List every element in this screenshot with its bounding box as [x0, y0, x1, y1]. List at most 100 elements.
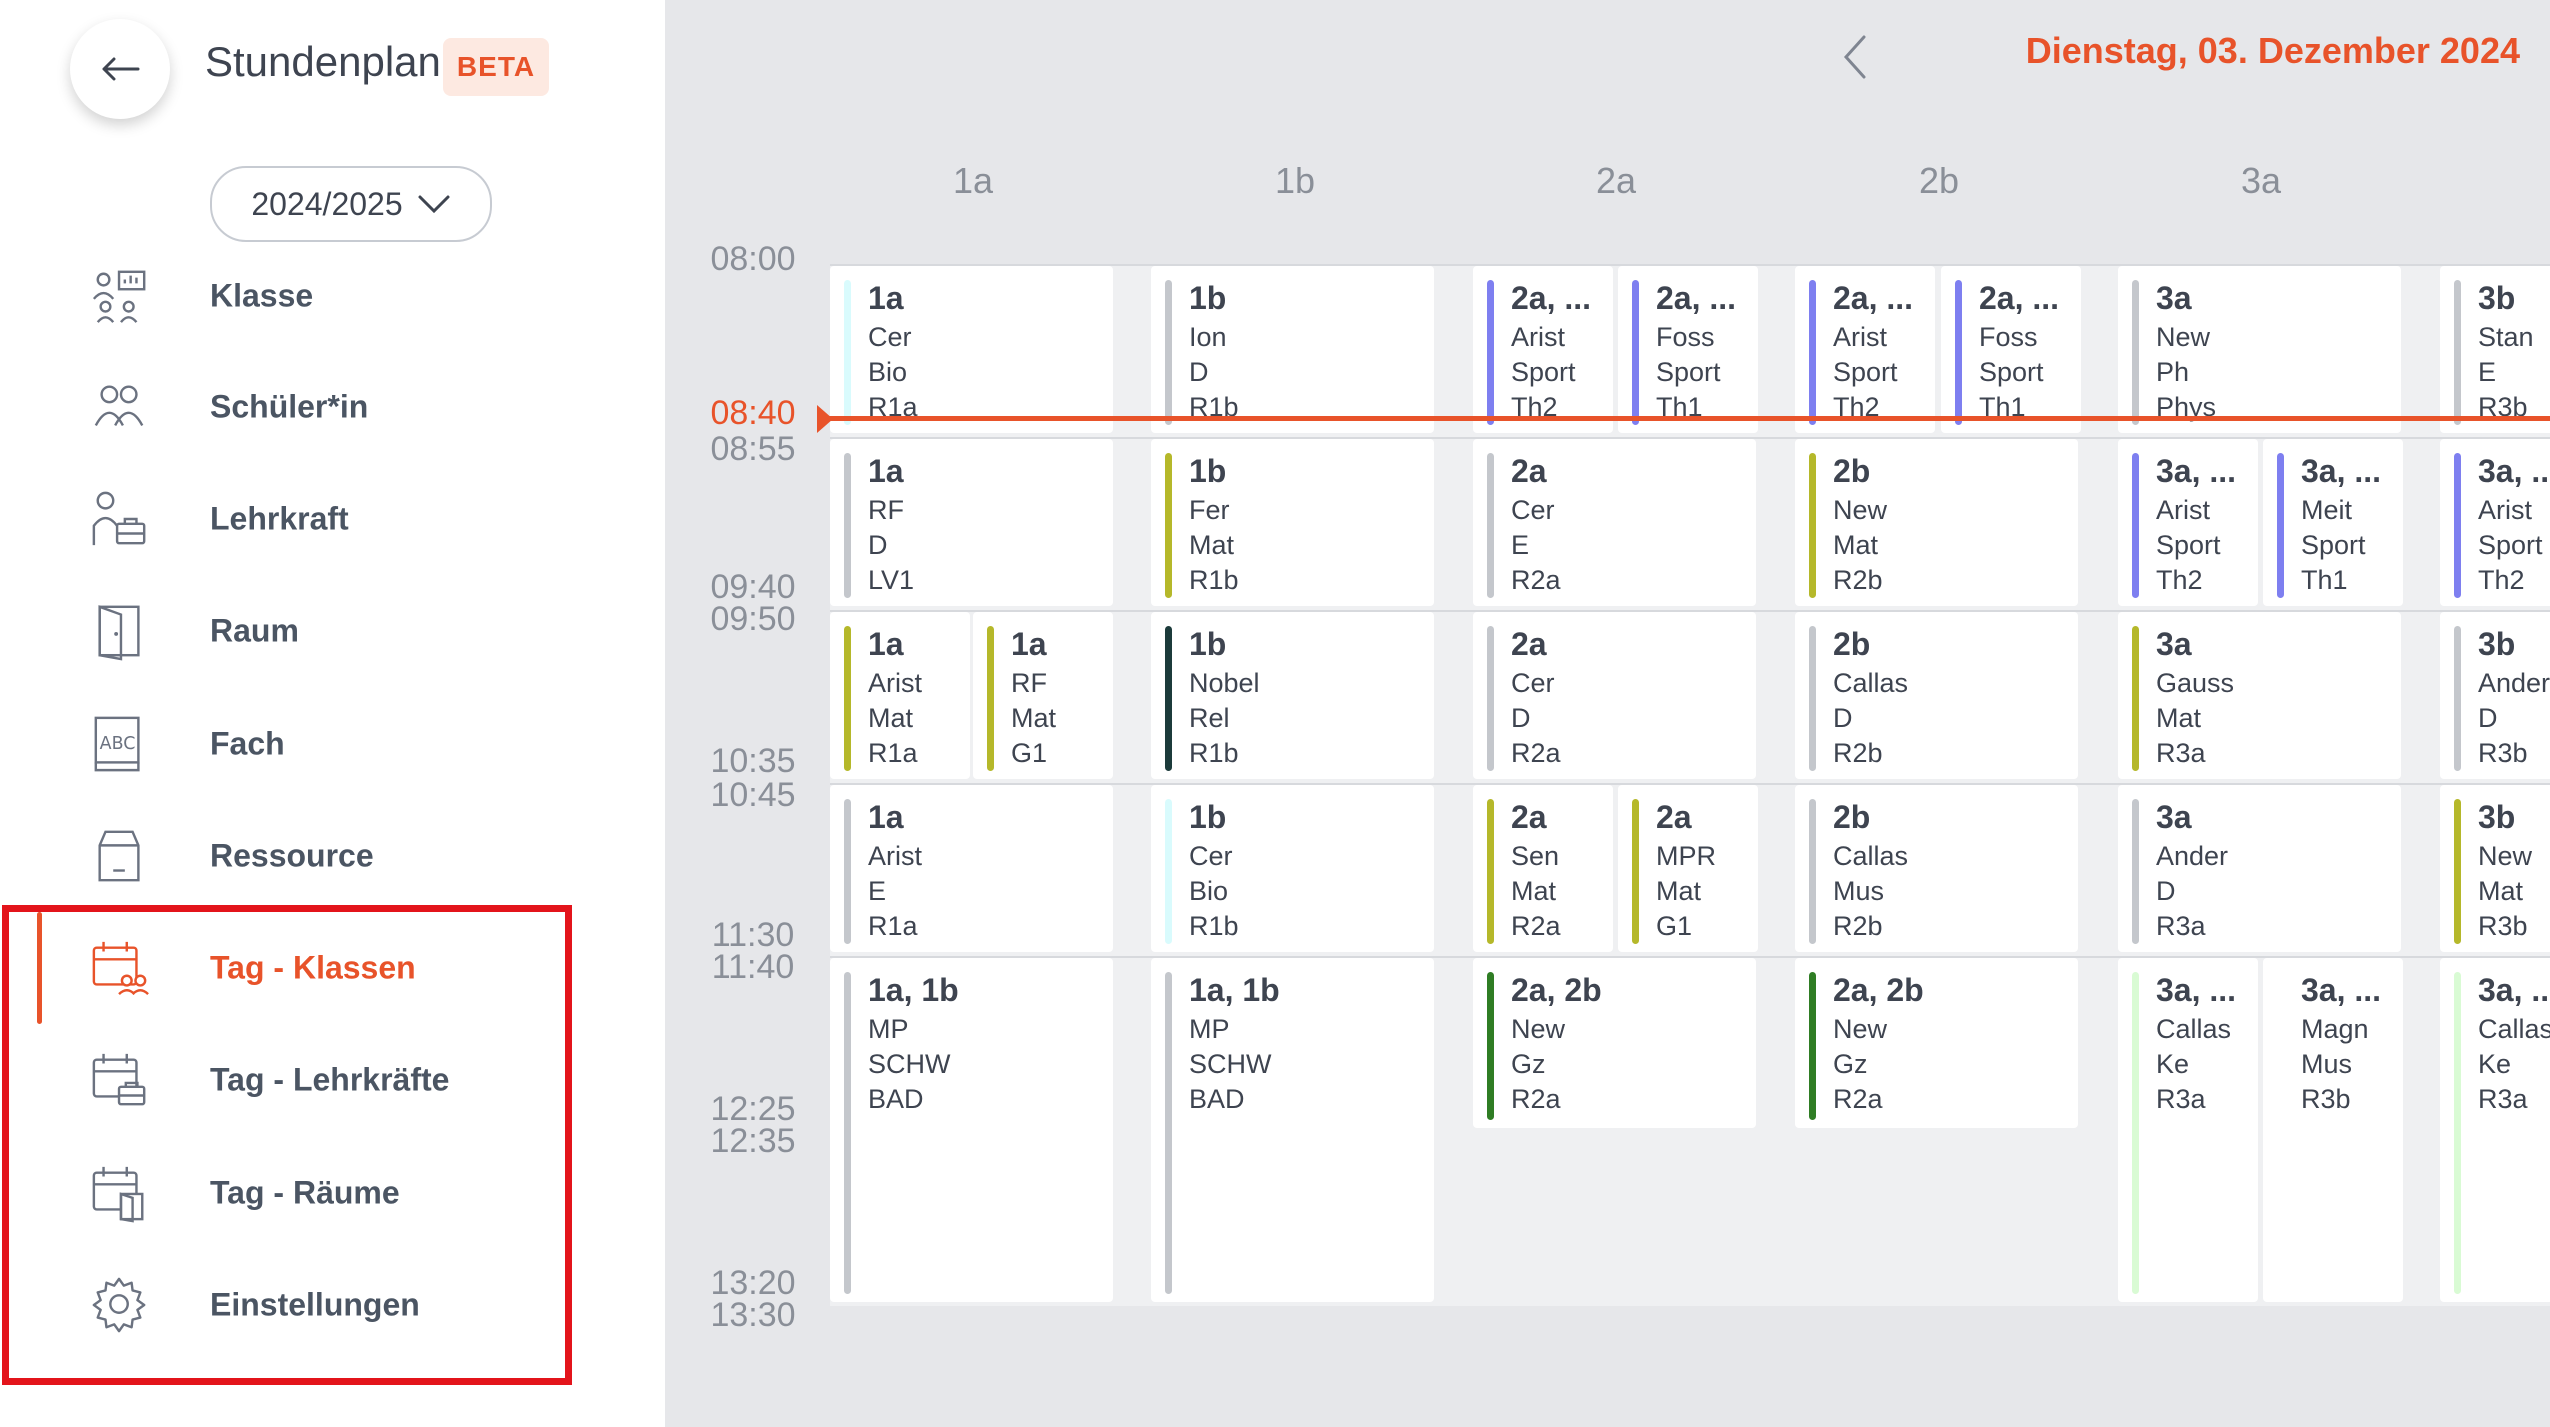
previous-day-button[interactable]	[1835, 30, 1875, 84]
lesson-card[interactable]: 2a Cer E R2a	[1473, 439, 1756, 606]
lesson-room: Th1	[2301, 565, 2348, 595]
subject-color-bar	[1955, 280, 1962, 425]
lesson-card[interactable]: 2a, ... Arist Sport Th2	[1473, 266, 1613, 433]
lesson-teacher: Callas	[1833, 668, 1909, 698]
lesson-teacher: Arist	[1833, 322, 1887, 352]
lesson-class: 2a, ...	[1833, 280, 1914, 316]
lesson-subject: Mat	[868, 703, 914, 733]
subject-color-bar	[1165, 799, 1172, 944]
lesson-class: 2a, 2b	[1511, 972, 1602, 1008]
subject-color-bar	[2454, 626, 2461, 771]
lesson-card[interactable]: 3a, ... Callas Ke R3a	[2440, 958, 2550, 1302]
lesson-card[interactable]: 2a, ... Foss Sport Th1	[1941, 266, 2081, 433]
lesson-subject: Mat	[2478, 876, 2524, 906]
school-year-select[interactable]: 2024/2025	[210, 166, 492, 242]
nav-label: Fach	[210, 725, 285, 762]
lesson-room: R2a	[1511, 1084, 1561, 1114]
lesson-class: 1b	[1189, 280, 1227, 316]
nav-label: Ressource	[210, 837, 374, 874]
lesson-card[interactable]: 3b Stan E R3b	[2440, 266, 2550, 433]
lesson-card[interactable]: 1a RF Mat G1	[973, 612, 1113, 779]
time-label: 11:40	[711, 948, 795, 986]
lesson-card[interactable]: 1a Arist E R1a	[830, 785, 1113, 952]
lesson-teacher: New	[1511, 1014, 1566, 1044]
back-button[interactable]	[70, 19, 170, 119]
nav-fach[interactable]: ABC Fach	[0, 694, 600, 794]
lesson-room: R2a	[1833, 1084, 1883, 1114]
nav-label: Raum	[210, 612, 299, 649]
lesson-card[interactable]: 1b Fer Mat R1b	[1151, 439, 1434, 606]
lesson-card[interactable]: 3a Ander D R3a	[2118, 785, 2401, 952]
nav-raum[interactable]: Raum	[0, 581, 600, 681]
lesson-card[interactable]: 2b Callas D R2b	[1795, 612, 2078, 779]
lesson-card[interactable]: 3a, ... Callas Ke R3a	[2118, 958, 2258, 1302]
lesson-room: BAD	[1189, 1084, 1245, 1114]
nav-lehrkraft[interactable]: Lehrkraft	[0, 469, 600, 569]
lesson-card[interactable]: 3a New Ph Phys	[2118, 266, 2401, 433]
subject-color-bar	[2132, 280, 2139, 425]
subject-color-bar	[844, 626, 851, 771]
lesson-subject: E	[2478, 357, 2497, 387]
lesson-card[interactable]: 2a, 2b New Gz R2a	[1473, 958, 1756, 1128]
lesson-card[interactable]: 2a Sen Mat R2a	[1473, 785, 1613, 952]
lesson-room: R2a	[1511, 911, 1561, 941]
lesson-teacher: New	[1833, 1014, 1888, 1044]
nav-schueler[interactable]: Schüler*in	[0, 357, 600, 457]
lesson-card[interactable]: 3a Gauss Mat R3a	[2118, 612, 2401, 779]
lesson-teacher: Ander	[2478, 668, 2550, 698]
lesson-class: 2b	[1833, 799, 1871, 835]
lesson-card[interactable]: 3a, ... Arist Sport Th2	[2118, 439, 2258, 606]
lesson-teacher: Arist	[868, 668, 922, 698]
lesson-teacher: Cer	[1511, 495, 1555, 525]
column-header: 3a	[2240, 160, 2282, 201]
lesson-card[interactable]: 2a Cer D R2a	[1473, 612, 1756, 779]
lesson-card[interactable]: 2b New Mat R2b	[1795, 439, 2078, 606]
subject-color-bar	[2132, 453, 2139, 598]
lesson-subject: Sport	[1511, 357, 1576, 387]
lesson-room: R2b	[1833, 738, 1883, 768]
lesson-card[interactable]: 1b Cer Bio R1b	[1151, 785, 1434, 952]
lesson-class: 2a	[1511, 453, 1547, 489]
lesson-subject: Ke	[2478, 1049, 2512, 1079]
lesson-card[interactable]: 1a Arist Mat R1a	[830, 612, 970, 779]
lesson-teacher: Ion	[1189, 322, 1227, 352]
lesson-card[interactable]: 2b Callas Mus R2b	[1795, 785, 2078, 952]
lesson-class: 2a	[1511, 799, 1547, 835]
lesson-card[interactable]: 1a, 1b MP SCHW BAD	[1151, 958, 1434, 1302]
lesson-subject: Mus	[1833, 876, 1885, 906]
subject-color-bar	[1487, 626, 1494, 771]
lesson-card[interactable]: 3a, ... Magn Mus R3b	[2263, 958, 2403, 1302]
subject-color-bar	[1165, 972, 1172, 1294]
nav-klasse[interactable]: Klasse	[0, 246, 600, 346]
lesson-class: 2a	[1656, 799, 1692, 835]
subject-color-bar	[844, 280, 851, 425]
lesson-card[interactable]: 2a, ... Foss Sport Th1	[1618, 266, 1758, 433]
lesson-card[interactable]: 2a, 2b New Gz R2a	[1795, 958, 2078, 1128]
lesson-room: R1a	[868, 738, 918, 768]
lesson-teacher: Magn	[2301, 1014, 2369, 1044]
lesson-room: R3b	[2478, 911, 2528, 941]
lesson-card[interactable]: 2a MPR Mat G1	[1618, 785, 1758, 952]
lesson-card[interactable]: 3a, ... Meit Sport Th1	[2263, 439, 2403, 606]
lesson-card[interactable]: 1a, 1b MP SCHW BAD	[830, 958, 1113, 1302]
lesson-card[interactable]: 2a, ... Arist Sport Th2	[1795, 266, 1935, 433]
lesson-teacher: Stan	[2478, 322, 2534, 352]
subject-abc-icon: ABC	[94, 716, 140, 772]
subject-color-bar	[2454, 453, 2461, 598]
lesson-card[interactable]: 1a RF D LV1	[830, 439, 1113, 606]
students-icon	[94, 385, 144, 426]
lesson-class: 3a	[2156, 280, 2192, 316]
chevron-down-icon	[418, 195, 450, 214]
nav-label: Schüler*in	[210, 388, 369, 425]
lesson-card[interactable]: 3a, ... Arist Sport Th2	[2440, 439, 2550, 606]
lesson-card[interactable]: 3b Ander D R3b	[2440, 612, 2550, 779]
lesson-class: 1a	[868, 799, 904, 835]
lesson-room: R1b	[1189, 565, 1239, 595]
subject-color-bar	[2454, 799, 2461, 944]
nav-ressource[interactable]: Ressource	[0, 806, 600, 906]
lesson-card[interactable]: 1b Ion D R1b	[1151, 266, 1434, 433]
lesson-card[interactable]: 1b Nobel Rel R1b	[1151, 612, 1434, 779]
lesson-card[interactable]: 3b New Mat R3b	[2440, 785, 2550, 952]
lesson-teacher: Foss	[1656, 322, 1715, 352]
lesson-card[interactable]: 1a Cer Bio R1a	[830, 266, 1113, 433]
